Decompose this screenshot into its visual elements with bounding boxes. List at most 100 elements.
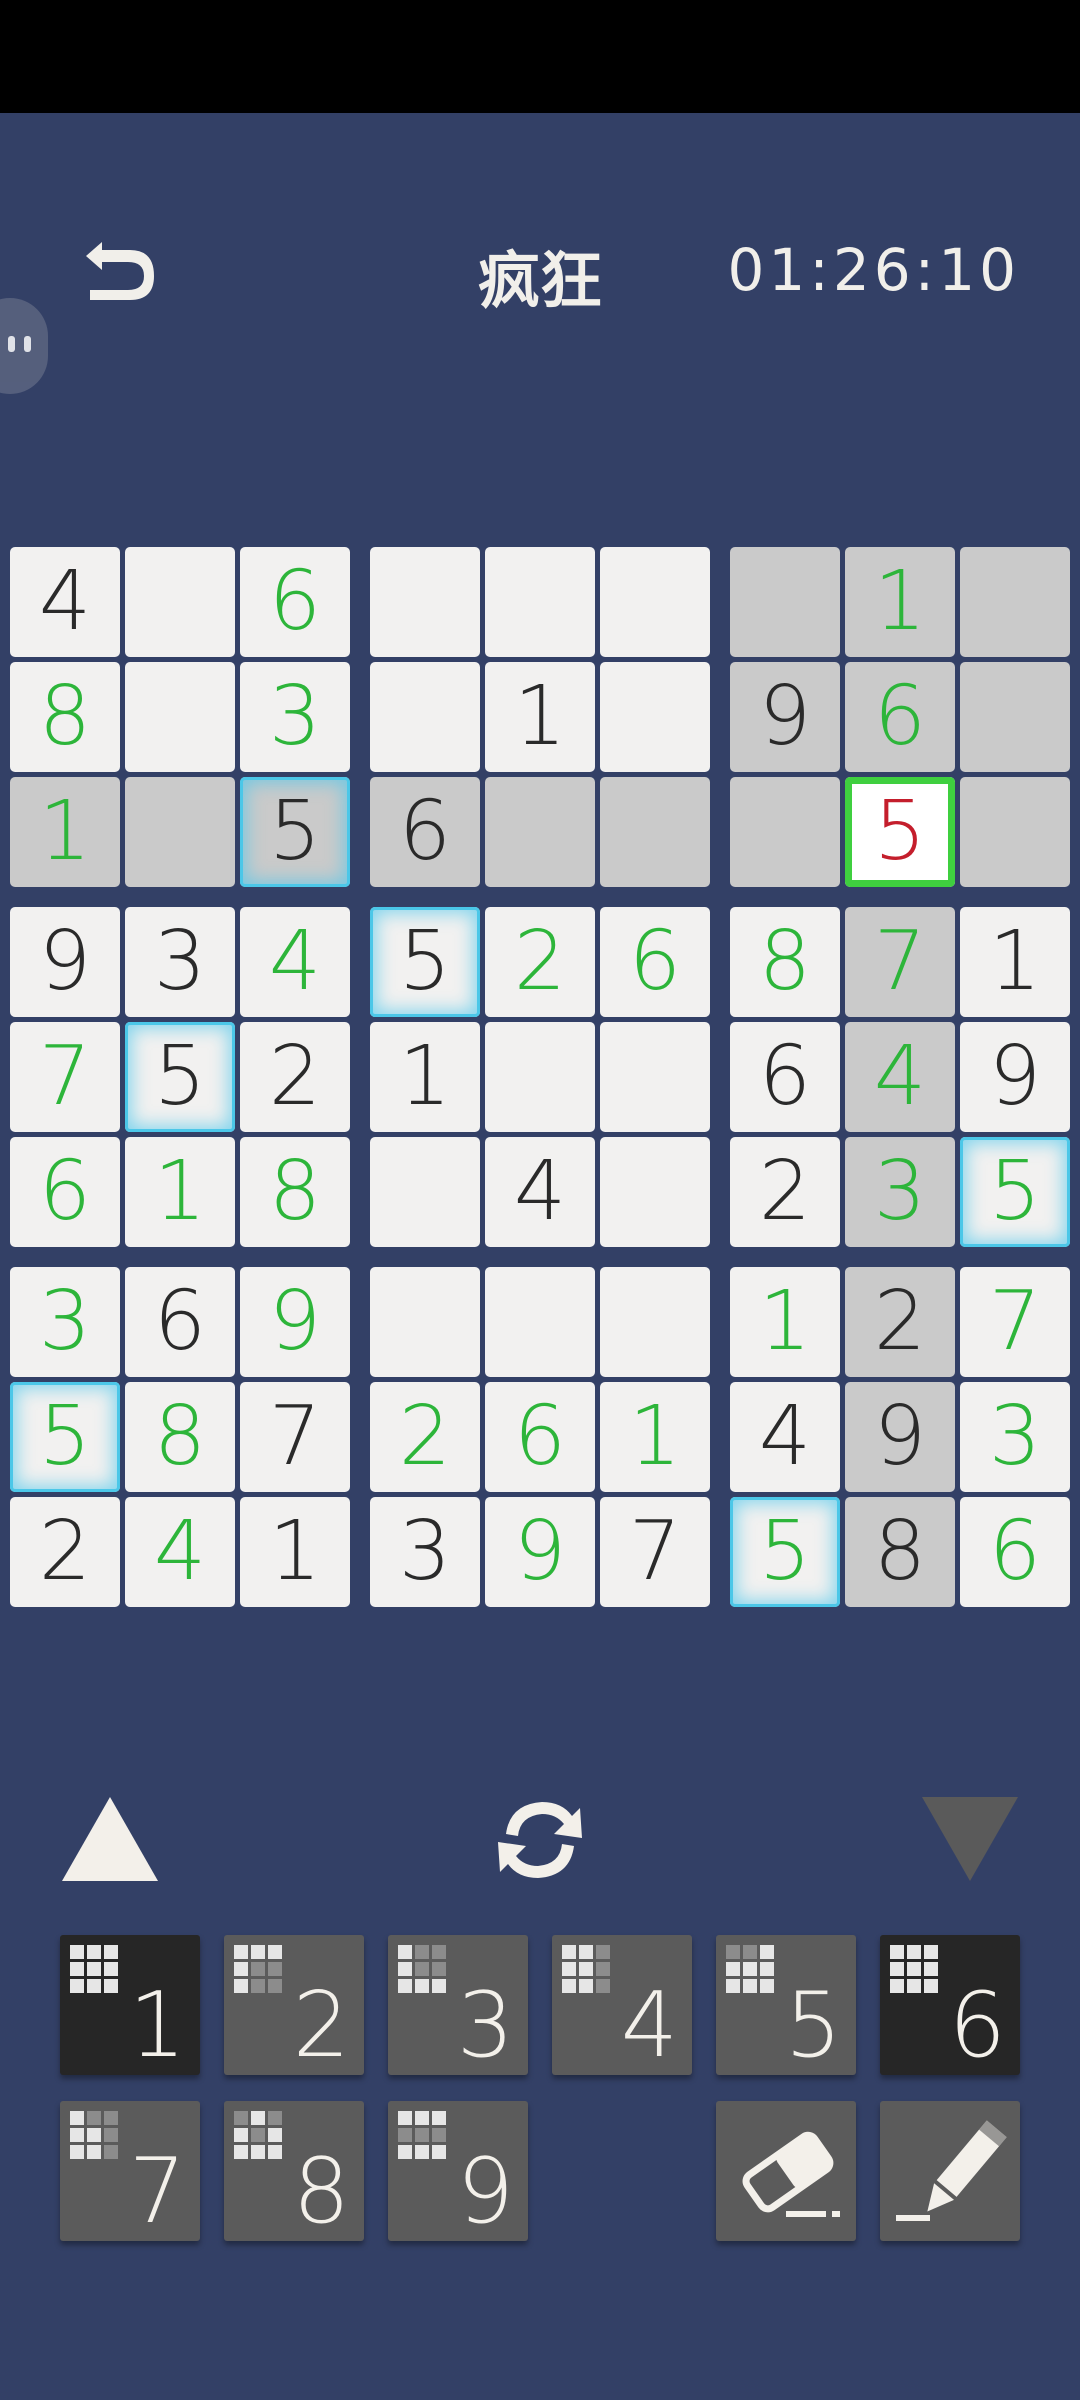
board-cell-r9c3[interactable]: 1 [240, 1497, 350, 1607]
board-cell-r9c8[interactable]: 8 [845, 1497, 955, 1607]
triangle-down-icon[interactable] [922, 1797, 1018, 1881]
refresh-icon[interactable] [488, 1790, 592, 1890]
number-key-5[interactable]: 5 [716, 1935, 856, 2075]
board-cell-r8c6[interactable]: 1 [600, 1382, 710, 1492]
board-cell-r8c8[interactable]: 9 [845, 1382, 955, 1492]
board-cell-r4c5[interactable]: 2 [485, 907, 595, 1017]
board-cell-r5c2[interactable]: 5 [125, 1022, 235, 1132]
board-cell-r9c5[interactable]: 9 [485, 1497, 595, 1607]
number-key-4[interactable]: 4 [552, 1935, 692, 2075]
key-progress-grid-icon [70, 2111, 118, 2159]
board-cell-r6c3[interactable]: 8 [240, 1137, 350, 1247]
number-key-label: 4 [620, 1973, 678, 2078]
board-cell-r3c7[interactable] [730, 777, 840, 887]
board-cell-r7c9[interactable]: 7 [960, 1267, 1070, 1377]
board-cell-r5c6[interactable] [600, 1022, 710, 1132]
number-key-7[interactable]: 7 [60, 2101, 200, 2241]
board-cell-r5c4[interactable]: 1 [370, 1022, 480, 1132]
board-cell-r8c3[interactable]: 7 [240, 1382, 350, 1492]
board-cell-r5c1[interactable]: 7 [10, 1022, 120, 1132]
triangle-up-icon[interactable] [62, 1797, 158, 1881]
eraser-button[interactable] [716, 2101, 856, 2241]
board-cell-r5c3[interactable]: 2 [240, 1022, 350, 1132]
number-key-label: 1 [128, 1973, 186, 2078]
board-cell-r5c9[interactable]: 9 [960, 1022, 1070, 1132]
board-cell-r4c7[interactable]: 8 [730, 907, 840, 1017]
board-cell-r4c4[interactable]: 5 [370, 907, 480, 1017]
number-key-8[interactable]: 8 [224, 2101, 364, 2241]
board-cell-r9c9[interactable]: 6 [960, 1497, 1070, 1607]
board-cell-r2c1[interactable]: 8 [10, 662, 120, 772]
board-cell-r3c2[interactable] [125, 777, 235, 887]
board-cell-r3c6[interactable] [600, 777, 710, 887]
board-cell-r7c2[interactable]: 6 [125, 1267, 235, 1377]
board-cell-r2c4[interactable] [370, 662, 480, 772]
number-key-3[interactable]: 3 [388, 1935, 528, 2075]
board-cell-r7c8[interactable]: 2 [845, 1267, 955, 1377]
board-cell-r9c6[interactable]: 7 [600, 1497, 710, 1607]
board-cell-r6c5[interactable]: 4 [485, 1137, 595, 1247]
board-cell-r6c1[interactable]: 6 [10, 1137, 120, 1247]
board-cell-r8c9[interactable]: 3 [960, 1382, 1070, 1492]
number-key-2[interactable]: 2 [224, 1935, 364, 2075]
board-cell-r7c6[interactable] [600, 1267, 710, 1377]
board-cell-r2c5[interactable]: 1 [485, 662, 595, 772]
board-cell-r2c7[interactable]: 9 [730, 662, 840, 772]
pencil-button[interactable] [880, 2101, 1020, 2241]
board-cell-r3c8[interactable]: 5 [845, 777, 955, 887]
board-cell-r4c3[interactable]: 4 [240, 907, 350, 1017]
board-cell-r9c4[interactable]: 3 [370, 1497, 480, 1607]
board-cell-r3c3[interactable]: 5 [240, 777, 350, 887]
board-cell-r2c8[interactable]: 6 [845, 662, 955, 772]
board-cell-r4c2[interactable]: 3 [125, 907, 235, 1017]
board-cell-r1c3[interactable]: 6 [240, 547, 350, 657]
board-cell-r3c4[interactable]: 6 [370, 777, 480, 887]
board-cell-r7c4[interactable] [370, 1267, 480, 1377]
number-key-label: 2 [292, 1973, 350, 2078]
board-cell-r1c4[interactable] [370, 547, 480, 657]
board-cell-r1c7[interactable] [730, 547, 840, 657]
board-cell-r5c8[interactable]: 4 [845, 1022, 955, 1132]
board-cell-r9c1[interactable]: 2 [10, 1497, 120, 1607]
number-key-1[interactable]: 1 [60, 1935, 200, 2075]
board-cell-r4c6[interactable]: 6 [600, 907, 710, 1017]
board-cell-r2c9[interactable] [960, 662, 1070, 772]
board-cell-r8c1[interactable]: 5 [10, 1382, 120, 1492]
board-cell-r6c8[interactable]: 3 [845, 1137, 955, 1247]
board-cell-r4c9[interactable]: 1 [960, 907, 1070, 1017]
board-cell-r8c5[interactable]: 6 [485, 1382, 595, 1492]
board-cell-r6c7[interactable]: 2 [730, 1137, 840, 1247]
board-cell-r2c6[interactable] [600, 662, 710, 772]
board-cell-r8c4[interactable]: 2 [370, 1382, 480, 1492]
board-cell-r8c7[interactable]: 4 [730, 1382, 840, 1492]
board-cell-r7c7[interactable]: 1 [730, 1267, 840, 1377]
board-cell-r6c4[interactable] [370, 1137, 480, 1247]
board-cell-r7c5[interactable] [485, 1267, 595, 1377]
board-cell-r1c5[interactable] [485, 547, 595, 657]
board-cell-r7c1[interactable]: 3 [10, 1267, 120, 1377]
number-key-6[interactable]: 6 [880, 1935, 1020, 2075]
board-cell-r3c5[interactable] [485, 777, 595, 887]
board-cell-r6c9[interactable]: 5 [960, 1137, 1070, 1247]
board-cell-r8c2[interactable]: 8 [125, 1382, 235, 1492]
board-cell-r2c2[interactable] [125, 662, 235, 772]
board-cell-r9c7[interactable]: 5 [730, 1497, 840, 1607]
board-cell-r4c1[interactable]: 9 [10, 907, 120, 1017]
board-cell-r4c8[interactable]: 7 [845, 907, 955, 1017]
board-cell-r5c7[interactable]: 6 [730, 1022, 840, 1132]
board-cell-r1c8[interactable]: 1 [845, 547, 955, 657]
board-cell-r6c2[interactable]: 1 [125, 1137, 235, 1247]
board-cell-r2c3[interactable]: 3 [240, 662, 350, 772]
board-cell-r7c3[interactable]: 9 [240, 1267, 350, 1377]
board-cell-r1c9[interactable] [960, 547, 1070, 657]
board-cell-r3c9[interactable] [960, 777, 1070, 887]
board-cell-r5c5[interactable] [485, 1022, 595, 1132]
board-cell-r6c6[interactable] [600, 1137, 710, 1247]
board-cell-r1c1[interactable]: 4 [10, 547, 120, 657]
board-cell-r1c6[interactable] [600, 547, 710, 657]
board-cell-r9c2[interactable]: 4 [125, 1497, 235, 1607]
board-cell-r3c1[interactable]: 1 [10, 777, 120, 887]
key-progress-grid-icon [398, 1945, 446, 1993]
number-key-9[interactable]: 9 [388, 2101, 528, 2241]
board-cell-r1c2[interactable] [125, 547, 235, 657]
